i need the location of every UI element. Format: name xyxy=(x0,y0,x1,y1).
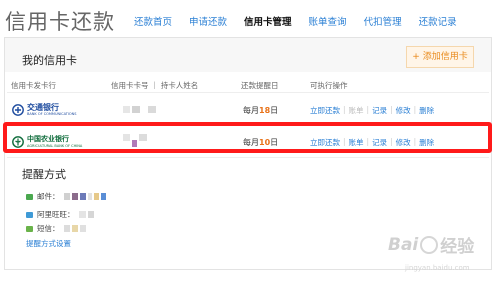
reminder-day: 每月18日 xyxy=(243,106,279,115)
baidu-paw-icon xyxy=(420,235,439,254)
masked-card-number xyxy=(123,106,158,113)
reminder-method-wangwang: 阿里旺旺： xyxy=(26,209,96,220)
top-nav: 还款首页 申请还款 信用卡管理 账单查询 代扣管理 还款记录 xyxy=(134,14,474,28)
reminder-method-label: 阿里旺旺： xyxy=(37,210,75,219)
reminder-method-sms: 短信： xyxy=(26,223,88,234)
col-header-card-holder: 信用卡卡号 ｜ 持卡人姓名 xyxy=(111,81,199,90)
masked-email xyxy=(63,193,108,200)
reminder-day-number: 18 xyxy=(259,106,271,115)
panel-title: 我的信用卡 xyxy=(22,54,77,67)
card-row: 交通银行 BANK OF COMMUNICATIONS 每月18日 立即还款 | … xyxy=(5,94,491,125)
nav-auto-debit[interactable]: 代扣管理 xyxy=(364,14,402,28)
col-header-issuer: 信用卡发卡行 xyxy=(11,81,56,90)
bocom-logo-icon xyxy=(12,103,24,116)
nav-bill-query[interactable]: 账单查询 xyxy=(309,14,347,28)
reminder-settings-link[interactable]: 提醒方式设置 xyxy=(26,238,71,249)
header-divider xyxy=(7,92,489,93)
sms-icon xyxy=(26,225,33,232)
bank-name: 交通银行 xyxy=(27,103,59,112)
panel-header: 我的信用卡 + 添加信用卡 xyxy=(5,38,491,72)
bocom-logo: 交通银行 BANK OF COMMUNICATIONS xyxy=(12,103,76,116)
masked-phone xyxy=(63,225,88,232)
nav-card-manage[interactable]: 信用卡管理 xyxy=(244,14,292,28)
reminder-method-label: 邮件： xyxy=(37,192,60,201)
reminder-section-title: 提醒方式 xyxy=(22,168,66,181)
masked-wangwang xyxy=(78,211,96,218)
reminder-method-email: 邮件： xyxy=(26,191,108,202)
selected-row-highlight xyxy=(3,122,492,153)
row-actions: 立即还款 | 账单 | 记录 | 修改 | 删除 xyxy=(310,105,435,116)
bill-link: 账单 xyxy=(348,106,364,115)
edit-link[interactable]: 修改 xyxy=(396,105,411,116)
delete-link[interactable]: 删除 xyxy=(419,105,434,116)
baidu-watermark: Bai 经验 xyxy=(388,232,475,258)
row-divider xyxy=(7,157,489,158)
watermark-product: 经验 xyxy=(440,237,475,257)
nav-apply-repay[interactable]: 申请还款 xyxy=(189,14,227,28)
reminder-method-label: 短信： xyxy=(37,224,60,233)
watermark-brand: Bai xyxy=(388,234,419,255)
nav-repay-home[interactable]: 还款首页 xyxy=(134,14,172,28)
records-link[interactable]: 记录 xyxy=(372,105,387,116)
bank-name-en: BANK OF COMMUNICATIONS xyxy=(27,112,77,116)
add-card-button[interactable]: + 添加信用卡 xyxy=(406,46,474,68)
col-header-actions: 可执行操作 xyxy=(310,81,348,90)
col-header-reminder-day: 还款提醒日 xyxy=(241,81,279,90)
page-title: 信用卡还款 xyxy=(5,10,115,34)
mail-icon xyxy=(26,193,33,200)
wangwang-icon xyxy=(26,211,33,218)
repay-now-link[interactable]: 立即还款 xyxy=(310,105,340,116)
watermark-url: jingyan.baidu.com xyxy=(405,264,470,272)
nav-repay-records[interactable]: 还款记录 xyxy=(419,14,457,28)
